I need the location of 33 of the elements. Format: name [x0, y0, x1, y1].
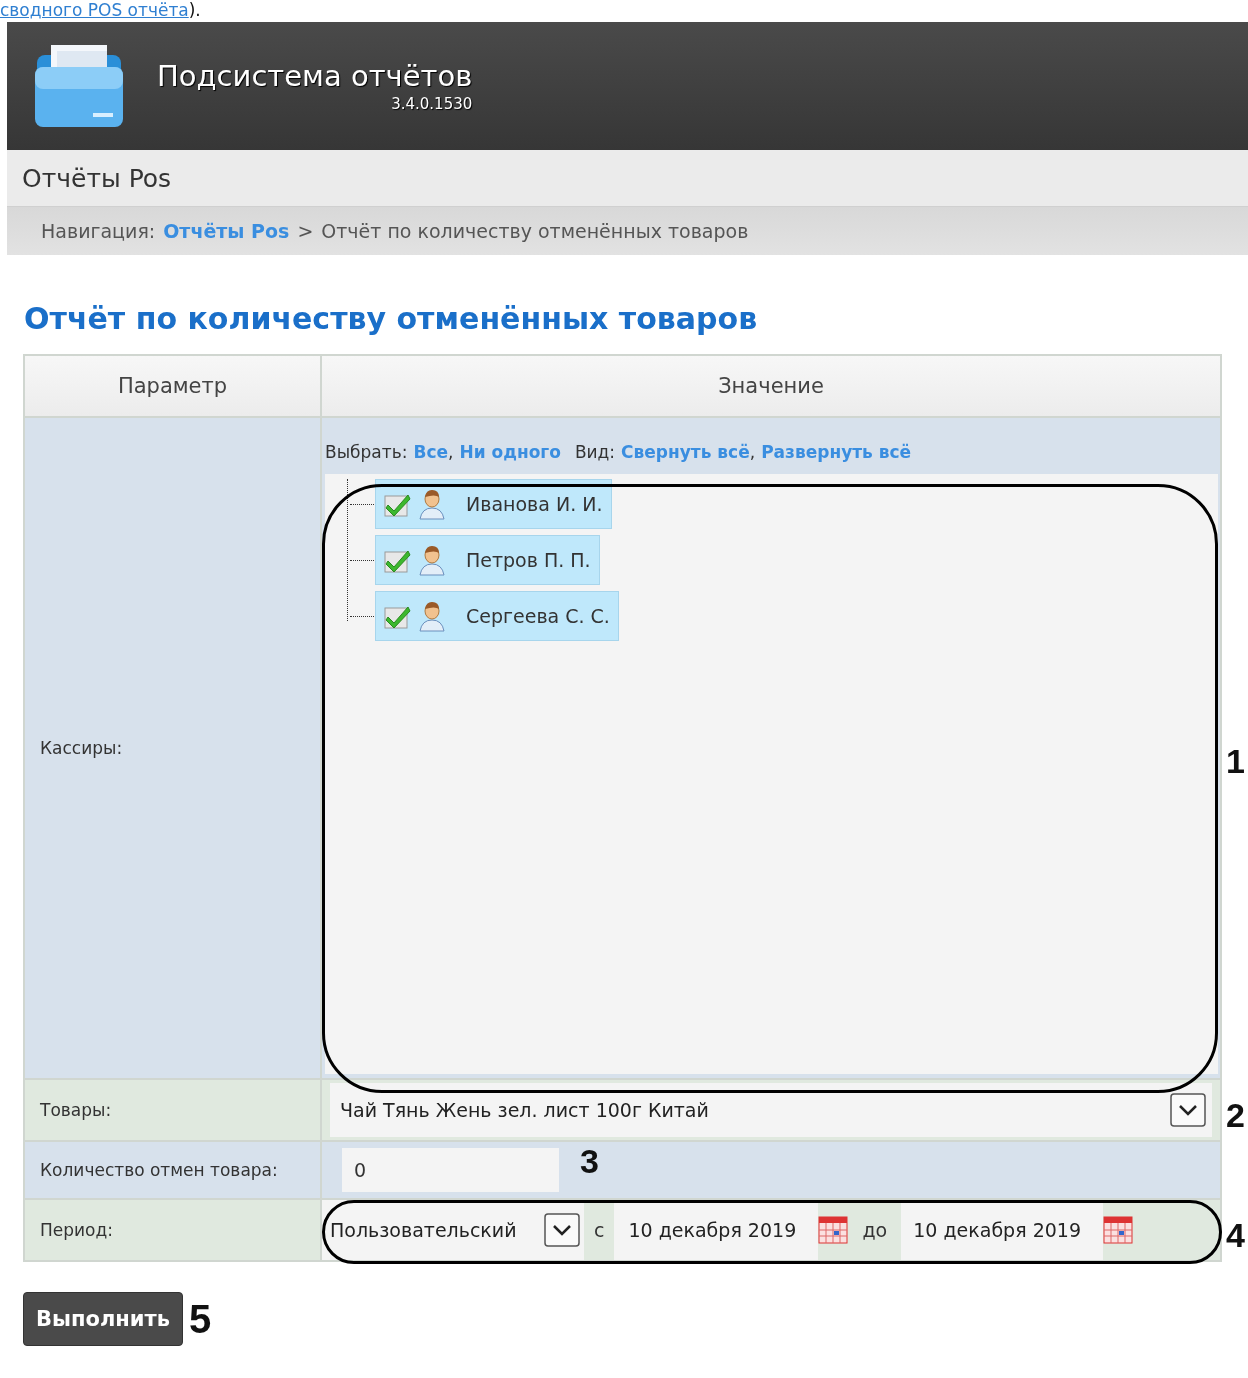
- doc-link[interactable]: сводного POS отчёта: [0, 0, 189, 20]
- callout-number: 4: [1226, 1216, 1245, 1255]
- goods-select[interactable]: Чай Тянь Жень зел. лист 100г Китай: [330, 1083, 1212, 1137]
- breadcrumb-separator: >: [297, 220, 314, 242]
- callout-number: 3: [580, 1142, 599, 1181]
- select-label: Выбрать:: [325, 442, 408, 462]
- callout-number: 2: [1226, 1096, 1245, 1135]
- run-button[interactable]: Выполнить: [23, 1292, 183, 1346]
- column-header: Параметр: [24, 355, 321, 417]
- callout-number: 1: [1226, 742, 1245, 781]
- app-title: Подсистема отчётов: [157, 59, 473, 93]
- row-label: Кассиры:: [24, 417, 321, 1079]
- row-label: Период:: [24, 1199, 321, 1261]
- input-field[interactable]: 0: [342, 1148, 559, 1192]
- cashier-name: Петров П. П.: [466, 549, 591, 571]
- person-icon: [418, 544, 446, 576]
- dropdown-button[interactable]: [1170, 1093, 1206, 1127]
- folder-icon: [33, 43, 125, 129]
- section-title: Отчёты Pos: [7, 150, 1248, 207]
- person-icon: [418, 488, 446, 520]
- breadcrumb-label: Навигация:: [41, 220, 156, 242]
- cashier-name: Иванова И. И.: [466, 493, 603, 515]
- link-suffix: ).: [188, 0, 201, 20]
- view-label: Вид:: [574, 442, 616, 462]
- link-separator: ,: [749, 442, 756, 462]
- cashier-name: Сергеева С. С.: [466, 605, 610, 627]
- report-title: Отчёт по количеству отменённых товаров: [24, 301, 759, 336]
- callout-number: 5: [189, 1296, 212, 1342]
- person-icon: [418, 600, 446, 632]
- link-separator: ,: [448, 442, 454, 462]
- breadcrumb-current: Отчёт по количеству отменённых товаров: [321, 220, 749, 242]
- column-header: Значение: [321, 355, 1221, 417]
- version-label: 3.4.0.1530: [391, 95, 473, 113]
